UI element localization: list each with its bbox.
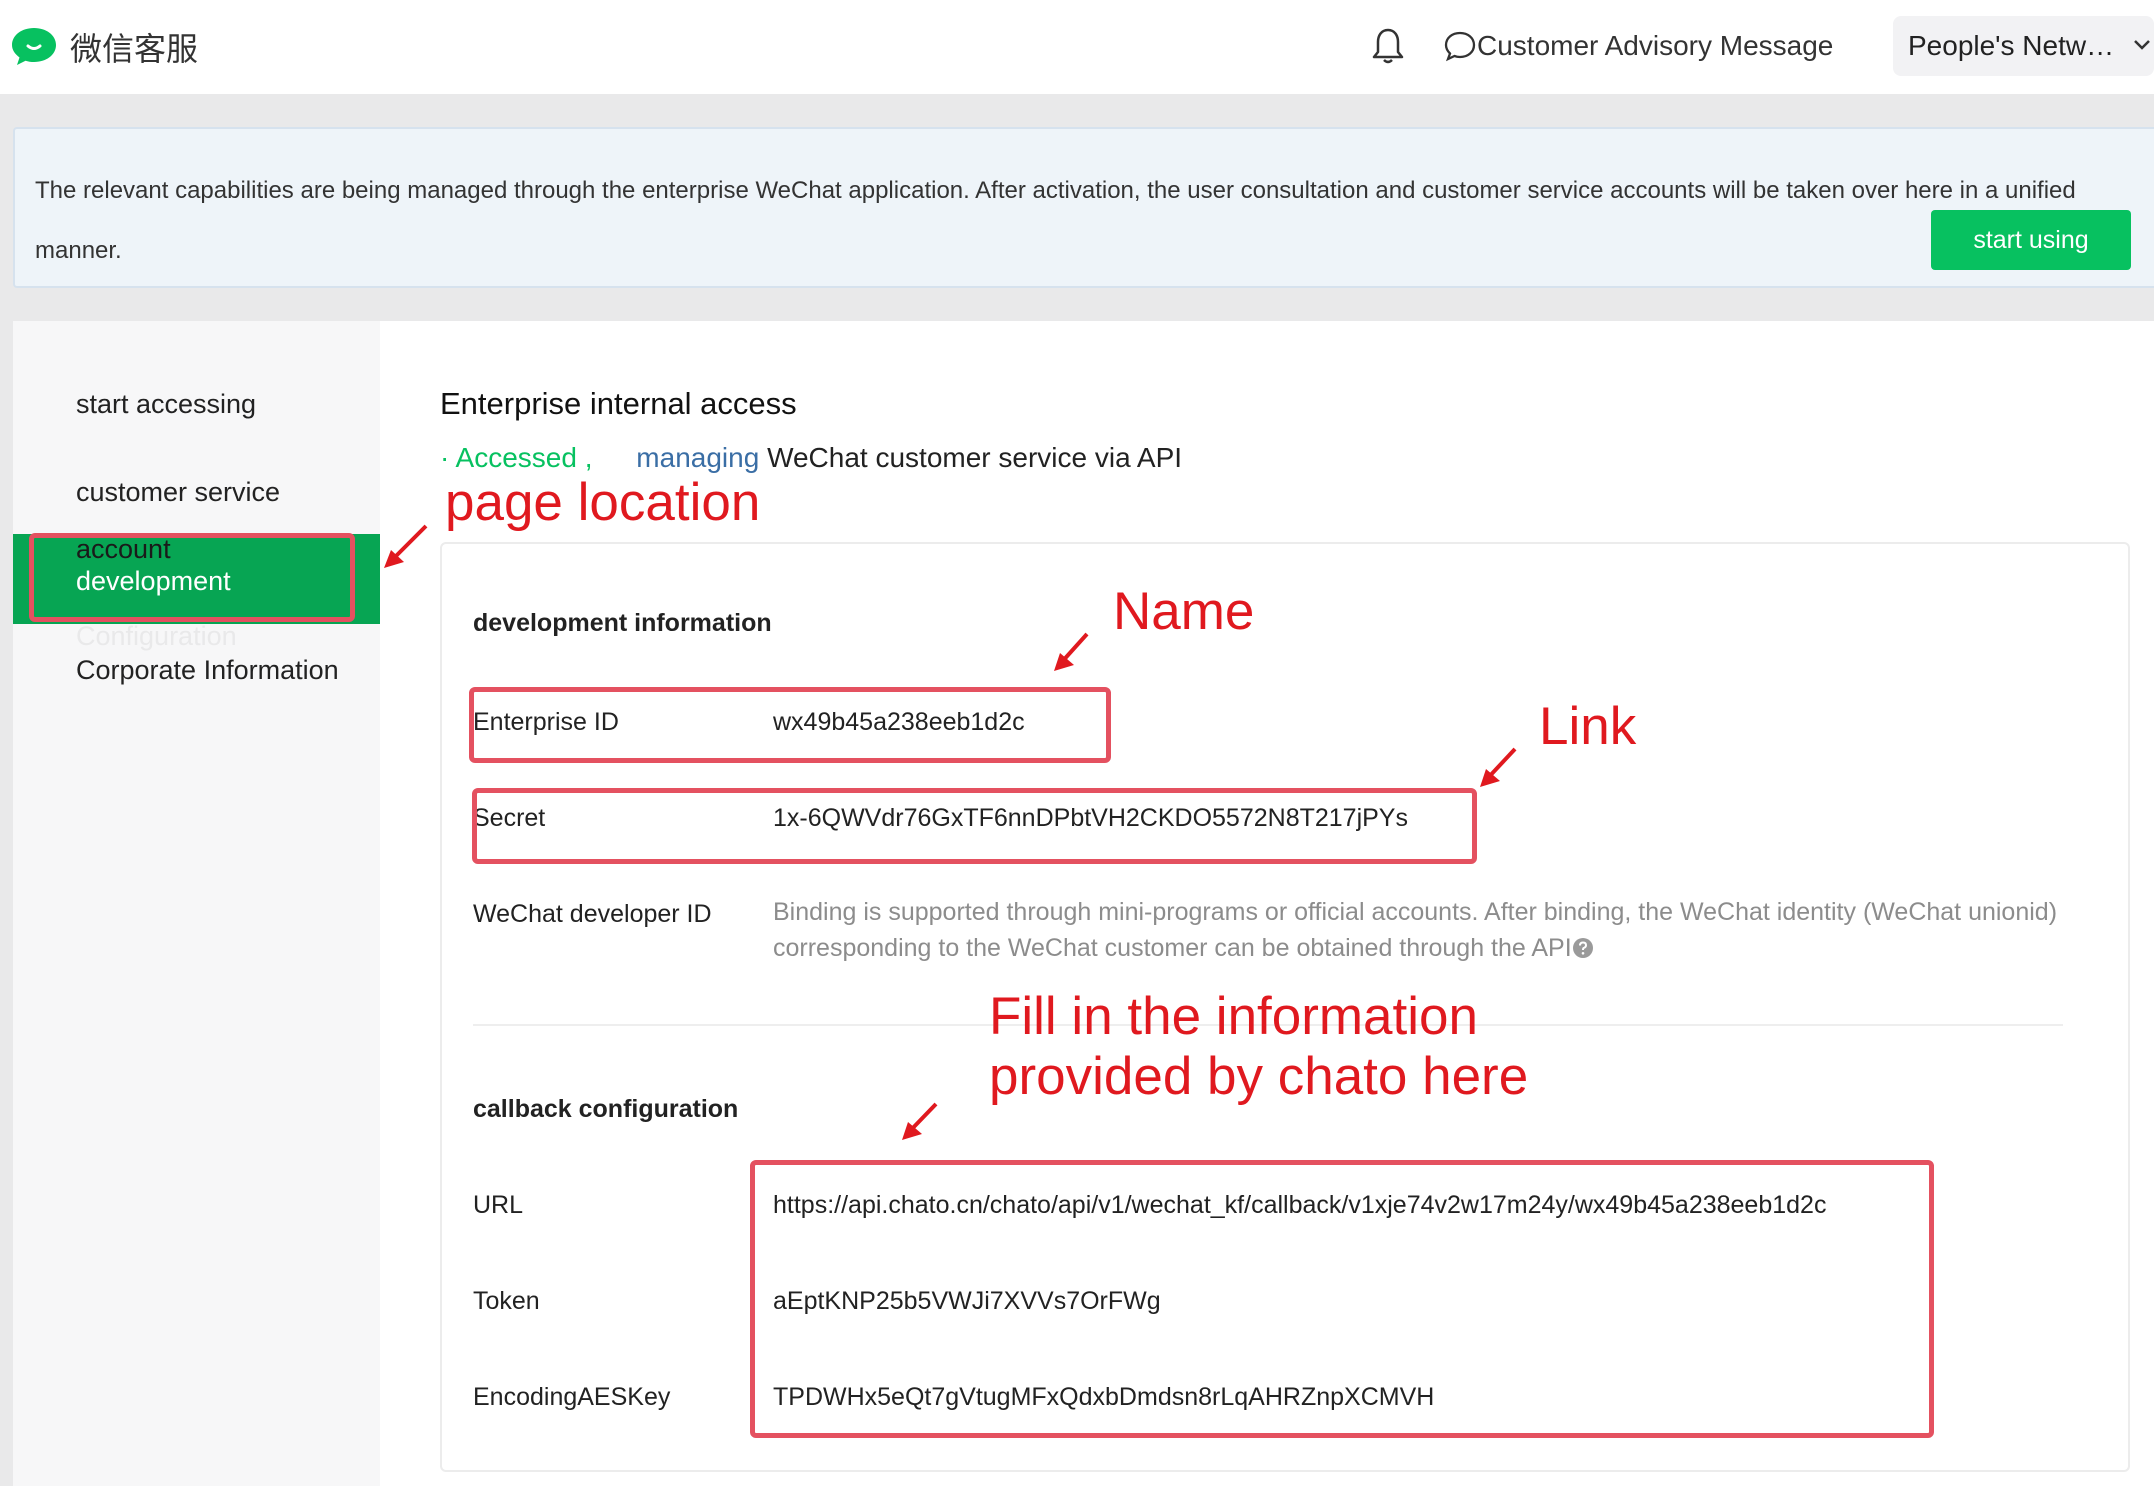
wechat-logo-icon: [12, 28, 56, 65]
brand-title: 微信客服: [70, 31, 199, 67]
enterprise-id-highlight-box: [469, 687, 1111, 763]
fill-in-annotation-line1: Fill in the information: [989, 987, 1478, 1046]
speech-bubble-icon: [1444, 31, 1476, 62]
sidebar: start accessing customer service Configu…: [13, 321, 380, 1486]
page-location-highlight-box: [29, 533, 355, 622]
page-location-annotation: page location: [445, 473, 761, 532]
name-annotation: Name: [1113, 582, 1255, 641]
sidebar-item-start-accessing[interactable]: start accessing: [76, 389, 256, 420]
status-description: WeChat customer service via API: [767, 442, 1183, 473]
status-accessed: · Accessed ,: [440, 442, 593, 473]
account-switcher[interactable]: People's Netw…: [1893, 16, 2154, 76]
sidebar-item-hidden-configuration: Configuration: [76, 621, 237, 651]
name-arrow-icon: [1054, 632, 1089, 671]
sidebar-item-customer-service[interactable]: customer service: [76, 477, 280, 508]
page-title: Enterprise internal access: [440, 386, 797, 421]
sidebar-item-corporate-information[interactable]: Corporate Information: [76, 655, 339, 686]
notice-banner: The relevant capabilities are being mana…: [13, 127, 2154, 288]
help-icon[interactable]: [1572, 937, 1594, 959]
page-location-arrow-icon: [384, 524, 428, 568]
fill-in-annotation-line2: provided by chato here: [989, 1047, 1529, 1106]
account-name: People's Netw…: [1908, 30, 2115, 61]
link-annotation: Link: [1539, 697, 1637, 756]
callback-arrow-icon: [902, 1102, 938, 1140]
url-label: URL: [473, 1191, 524, 1219]
token-label: Token: [473, 1287, 540, 1315]
access-status: · Accessed , managing WeChat customer se…: [440, 442, 1182, 474]
wechat-developer-id-label: WeChat developer ID: [473, 900, 712, 928]
customer-advisory-message-link[interactable]: Customer Advisory Message: [1443, 26, 1833, 66]
start-using-button[interactable]: start using: [1931, 210, 2131, 270]
callback-configuration-heading: callback configuration: [473, 1095, 739, 1123]
bell-icon[interactable]: [1370, 26, 1406, 66]
development-information-heading: development information: [473, 609, 772, 637]
link-arrow-icon: [1480, 747, 1517, 787]
callback-highlight-box: [750, 1160, 1934, 1438]
encoding-aes-key-label: EncodingAESKey: [473, 1383, 671, 1411]
notice-text: The relevant capabilities are being mana…: [35, 177, 2076, 264]
chevron-down-icon: [2134, 40, 2150, 50]
top-bar: 微信客服 Customer Advisory Message People's …: [0, 0, 2154, 94]
secret-highlight-box: [472, 788, 1477, 864]
status-managing-link[interactable]: managing: [636, 442, 759, 473]
customer-advisory-message-label: Customer Advisory Message: [1477, 30, 1834, 61]
wechat-developer-id-description: Binding is supported through mini-progra…: [773, 894, 2073, 966]
developer-id-desc-text: Binding is supported through mini-progra…: [773, 898, 2058, 962]
